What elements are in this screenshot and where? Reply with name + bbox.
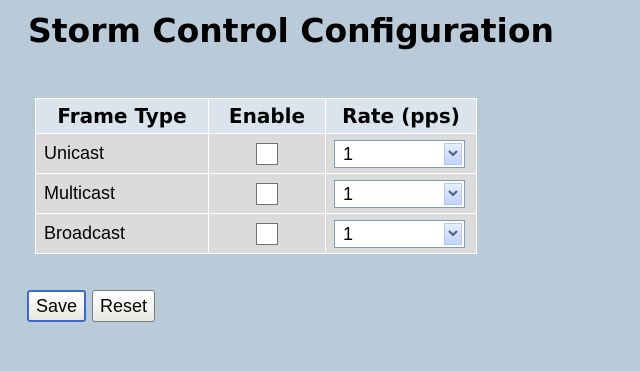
column-header-rate: Rate (pps) xyxy=(325,98,477,134)
storm-control-page: Storm Control Configuration Frame Type E… xyxy=(0,0,640,371)
broadcast-enable-checkbox[interactable] xyxy=(256,222,278,245)
enable-cell xyxy=(208,133,326,174)
chevron-down-icon[interactable] xyxy=(444,142,462,165)
rate-value: 1 xyxy=(343,143,354,164)
frame-type-label: Multicast xyxy=(35,173,209,214)
page-title: Storm Control Configuration xyxy=(28,11,555,50)
rate-value: 1 xyxy=(343,223,354,244)
rate-cell: 1 xyxy=(325,173,477,214)
enable-cell xyxy=(208,173,326,214)
reset-button[interactable]: Reset xyxy=(92,290,156,322)
chevron-down-icon[interactable] xyxy=(444,182,462,205)
enable-cell xyxy=(208,213,326,254)
rate-cell: 1 xyxy=(325,133,477,174)
storm-control-table: Frame Type Enable Rate (pps) Unicast 1 M… xyxy=(35,98,477,254)
multicast-enable-checkbox[interactable] xyxy=(256,182,278,205)
column-header-enable: Enable xyxy=(208,98,326,134)
multicast-rate-select[interactable]: 1 xyxy=(334,179,465,208)
table-header-row: Frame Type Enable Rate (pps) xyxy=(35,98,477,134)
rate-cell: 1 xyxy=(325,213,477,254)
unicast-rate-select[interactable]: 1 xyxy=(334,139,465,168)
chevron-down-icon[interactable] xyxy=(444,222,462,245)
table-row-multicast: Multicast 1 xyxy=(35,173,477,214)
rate-value: 1 xyxy=(343,183,354,204)
table-row-unicast: Unicast 1 xyxy=(35,133,477,174)
table-row-broadcast: Broadcast 1 xyxy=(35,213,477,254)
column-header-frame-type: Frame Type xyxy=(35,98,209,134)
frame-type-label: Unicast xyxy=(35,133,209,174)
form-buttons: Save Reset xyxy=(27,290,161,322)
unicast-enable-checkbox[interactable] xyxy=(256,142,278,165)
broadcast-rate-select[interactable]: 1 xyxy=(334,219,465,248)
save-button[interactable]: Save xyxy=(27,290,87,322)
frame-type-label: Broadcast xyxy=(35,213,209,254)
